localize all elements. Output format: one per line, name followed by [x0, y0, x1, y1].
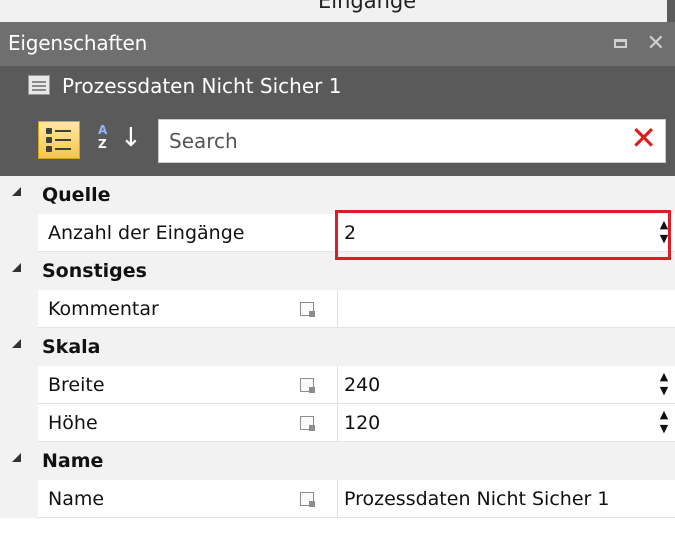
property-label: Name	[48, 488, 105, 510]
spin-down-icon[interactable]: ▼	[657, 385, 671, 397]
spin-up-icon[interactable]: ▲	[657, 219, 671, 231]
clear-search-icon[interactable]: ✕	[630, 122, 657, 154]
row-gutter	[0, 480, 38, 518]
property-row: Breite 240 ▲ ▼	[0, 366, 675, 404]
property-label: Höhe	[48, 412, 98, 434]
close-icon[interactable]: ✕	[647, 33, 665, 55]
property-row: Höhe 120 ▲ ▼	[0, 404, 675, 442]
property-name-cell: Name	[38, 480, 337, 518]
spinner-control[interactable]: ▲ ▼	[657, 219, 671, 247]
alphabetical-sort-icon[interactable]: A Z ↓	[96, 121, 142, 159]
property-name-cell: Kommentar	[38, 290, 337, 328]
property-label: Breite	[48, 374, 105, 396]
panel-title: Eigenschaften	[8, 31, 148, 55]
section-header[interactable]: Quelle	[0, 176, 675, 214]
section-header[interactable]: Skala	[0, 328, 675, 366]
spin-up-icon[interactable]: ▲	[657, 409, 671, 421]
properties-window: Eingänge Eigenschaften ✕ Prozessdaten Ni…	[0, 0, 675, 541]
sort-az-glyph: A Z	[98, 123, 108, 151]
property-name-cell: Breite	[38, 366, 337, 404]
edit-icon[interactable]	[300, 302, 315, 317]
property-value-field[interactable]: 120 ▲ ▼	[337, 404, 675, 442]
property-label: Anzahl der Eingänge	[48, 222, 245, 244]
search-input[interactable]: Search ✕	[158, 119, 666, 163]
property-name-cell: Anzahl der Eingänge	[38, 214, 360, 252]
spinner-control[interactable]: ▲ ▼	[657, 409, 671, 437]
property-value: Prozessdaten Nicht Sicher 1	[344, 488, 610, 510]
object-title: Prozessdaten Nicht Sicher 1	[62, 74, 342, 98]
spin-down-icon[interactable]: ▼	[657, 423, 671, 435]
section-header[interactable]: Name	[0, 442, 675, 480]
collapse-triangle-icon[interactable]	[12, 187, 21, 196]
object-header: Prozessdaten Nicht Sicher 1	[0, 66, 675, 106]
property-label: Kommentar	[48, 298, 159, 320]
sort-arrow-glyph: ↓	[120, 123, 142, 153]
property-grid: Quelle Anzahl der Eingänge 2 ▲ ▼ Sonstiges Kom…	[0, 176, 675, 541]
property-value: 240	[344, 374, 381, 396]
collapse-triangle-icon[interactable]	[12, 263, 21, 272]
property-value: 120	[344, 412, 381, 434]
search-placeholder: Search	[169, 129, 238, 153]
section-label: Quelle	[42, 184, 111, 206]
row-gutter	[0, 366, 38, 404]
section-label: Name	[42, 450, 104, 472]
section-header[interactable]: Sonstiges	[0, 252, 675, 290]
section-label: Skala	[42, 336, 101, 358]
row-gutter	[0, 214, 38, 252]
property-value: 2	[344, 222, 357, 244]
property-value-field[interactable]	[337, 290, 675, 328]
object-icon	[28, 75, 50, 95]
property-row: Anzahl der Eingänge 2 ▲ ▼	[0, 214, 675, 252]
row-gutter	[0, 404, 38, 442]
spinner-control[interactable]: ▲ ▼	[657, 371, 671, 399]
spin-up-icon[interactable]: ▲	[657, 371, 671, 383]
property-row: Kommentar	[0, 290, 675, 328]
collapse-triangle-icon[interactable]	[12, 453, 21, 462]
property-name-cell: Höhe	[38, 404, 337, 442]
panel-window-buttons: ✕	[611, 22, 675, 66]
property-value-field[interactable]: 240 ▲ ▼	[337, 366, 675, 404]
cropped-window-text: Eingänge	[318, 0, 417, 13]
panel-title-bar: Eigenschaften ✕	[0, 22, 675, 66]
maximize-icon[interactable]	[611, 34, 631, 54]
collapse-triangle-icon[interactable]	[12, 339, 21, 348]
property-row: Name Prozessdaten Nicht Sicher 1	[0, 480, 675, 518]
section-label: Sonstiges	[42, 260, 147, 282]
categorized-view-icon[interactable]	[38, 121, 80, 159]
edit-icon[interactable]	[300, 492, 315, 507]
top-strip: Eingänge	[0, 0, 675, 22]
property-value-field[interactable]: Prozessdaten Nicht Sicher 1	[337, 480, 675, 518]
edit-icon[interactable]	[300, 378, 315, 393]
scrollbar-stub[interactable]	[667, 0, 675, 22]
spin-down-icon[interactable]: ▼	[657, 233, 671, 245]
edit-icon[interactable]	[300, 416, 315, 431]
property-value-field[interactable]: 2 ▲ ▼	[337, 214, 675, 252]
row-gutter	[0, 290, 38, 328]
